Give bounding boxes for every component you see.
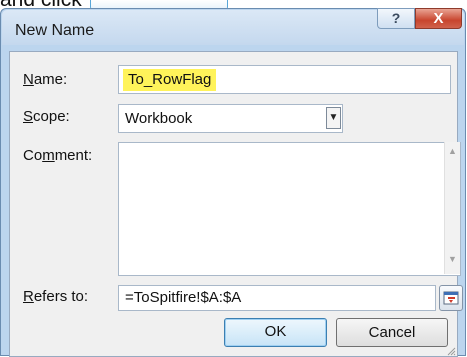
dialog-title: New Name [15,22,95,39]
help-button[interactable]: ? [377,8,415,29]
help-icon: ? [391,10,401,26]
range-picker-button[interactable] [439,285,463,311]
name-input[interactable]: To_RowFlag [118,65,451,94]
close-icon: X [433,10,444,27]
refers-to-label: Refers to: [23,288,89,305]
scope-label: Scope: [23,108,70,125]
comment-textarea[interactable] [118,142,461,276]
collapse-dialog-icon [443,291,459,305]
dialog-body: Name: To_RowFlag Scope: Workbook ▼ Comme… [9,51,463,357]
close-button[interactable]: X [415,8,462,29]
ok-button[interactable]: OK [224,318,327,347]
comment-label: Comment: [23,147,93,164]
new-name-dialog: New Name ? X Name: To_RowFlag Scope: Wor… [0,8,466,357]
chevron-down-icon[interactable]: ▼ [326,107,341,129]
scope-dropdown[interactable]: Workbook [118,104,343,133]
resize-grip-icon[interactable] [446,346,456,356]
refers-to-input[interactable]: =ToSpitfire!$A:$A [118,285,436,311]
cancel-button[interactable]: Cancel [336,318,448,347]
name-value-highlighted: To_RowFlag [123,69,217,91]
name-label: Name: [23,71,68,88]
